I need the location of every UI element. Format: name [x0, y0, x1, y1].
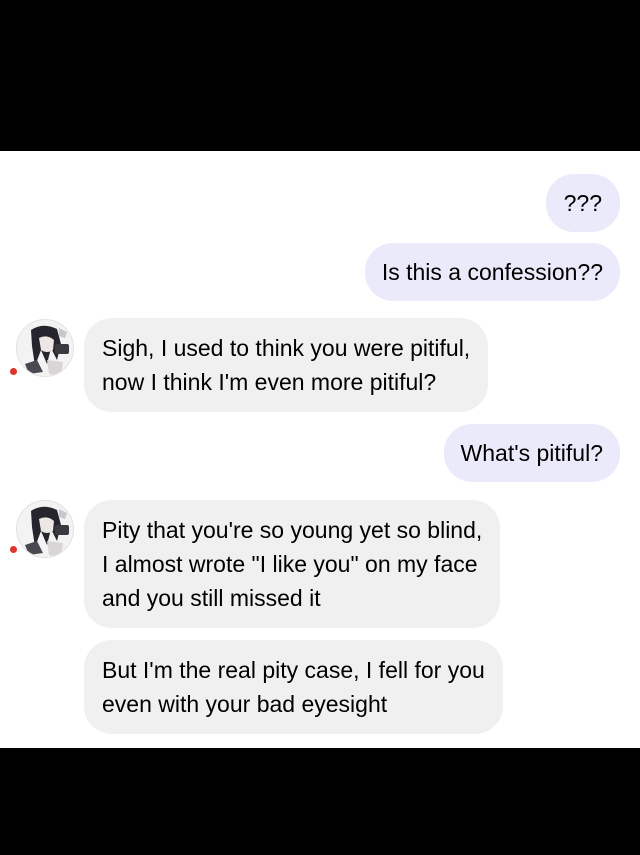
message-bubble-incoming[interactable]: Pity that you're so young yet so blind, …	[84, 500, 501, 628]
anime-character-avatar-icon	[17, 320, 73, 376]
chat-thread[interactable]: ??? Is this a confession?? Sigh, I used …	[0, 151, 640, 748]
red-status-dot-icon	[10, 546, 17, 553]
message-bubble-incoming[interactable]: Sigh, I used to think you were pitiful, …	[84, 318, 489, 412]
message-bubble-outgoing[interactable]: Is this a confession??	[364, 243, 620, 301]
anime-character-avatar-icon	[17, 501, 73, 557]
red-status-dot-icon	[10, 368, 17, 375]
message-bubble-outgoing[interactable]: ???	[545, 174, 620, 232]
message-bubble-incoming[interactable]: But I'm the real pity case, I fell for y…	[84, 640, 503, 734]
contact-avatar[interactable]	[16, 500, 74, 558]
message-bubble-outgoing[interactable]: What's pitiful?	[443, 424, 620, 482]
contact-avatar[interactable]	[16, 319, 74, 377]
